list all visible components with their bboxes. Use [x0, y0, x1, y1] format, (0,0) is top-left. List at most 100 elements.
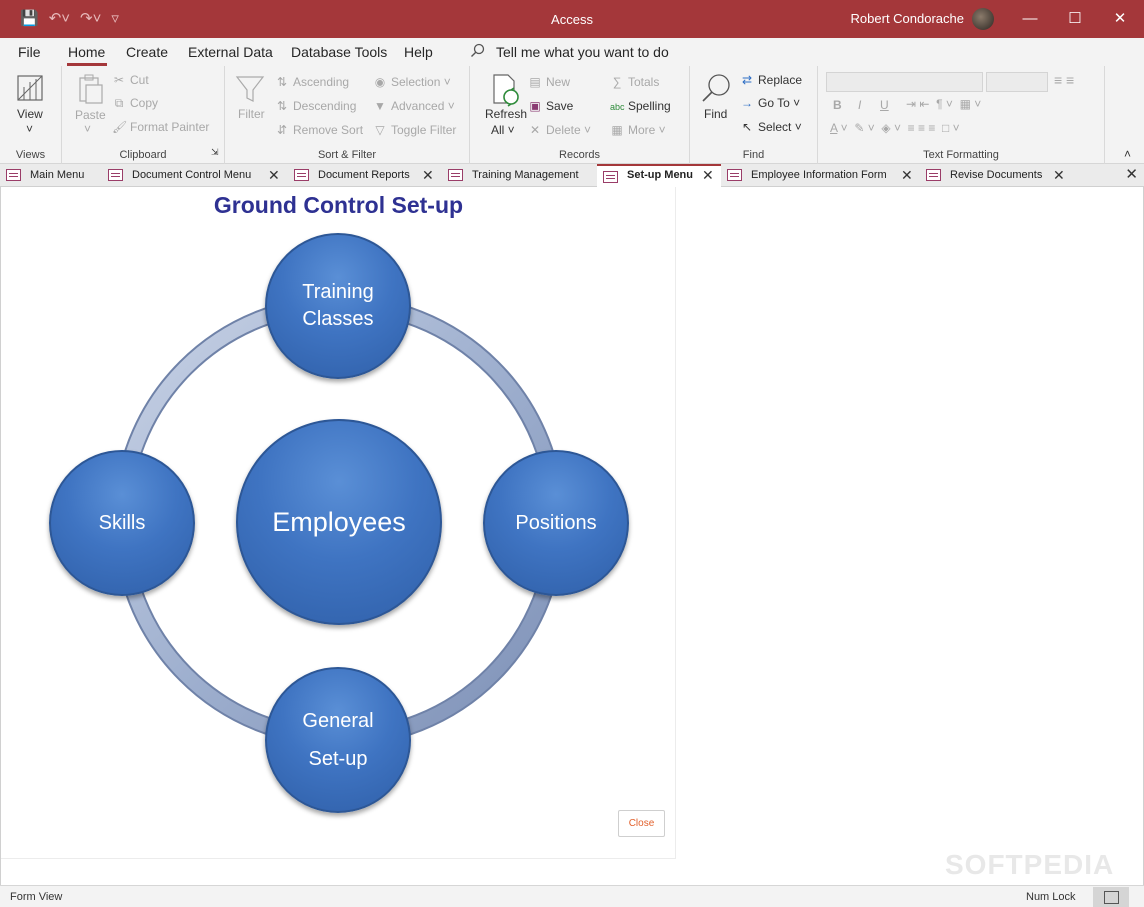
- tab-label: Main Menu: [30, 169, 85, 181]
- more-button[interactable]: ▦ More ˅: [610, 123, 665, 137]
- tab-set-up-menu[interactable]: Set-up Menu ✕: [597, 164, 721, 187]
- spelling-button[interactable]: abc Spelling: [610, 99, 671, 113]
- refresh-all-button[interactable]: All ˅: [491, 123, 515, 137]
- close-tab-icon[interactable]: ✕: [1053, 164, 1065, 186]
- font-size-select[interactable]: [986, 72, 1048, 92]
- form-view-icon[interactable]: [1093, 887, 1129, 907]
- tab-employee-information-form[interactable]: Employee Information Form ✕: [721, 164, 920, 187]
- employees-button[interactable]: Employees: [236, 419, 442, 625]
- italic-icon[interactable]: I: [858, 98, 861, 112]
- avatar[interactable]: [972, 8, 994, 30]
- search-icon[interactable]: [470, 43, 486, 59]
- go-to-button[interactable]: → Go To ˅: [740, 96, 800, 110]
- spelling-icon: abc: [610, 102, 625, 112]
- filter-button[interactable]: Filter: [238, 107, 265, 121]
- tab-label: Document Reports: [318, 169, 410, 181]
- close-tab-icon[interactable]: ✕: [268, 164, 280, 186]
- paste-dropdown-icon[interactable]: ˅: [84, 122, 91, 136]
- cut-button[interactable]: ✂ Cut: [112, 73, 149, 87]
- menu-help[interactable]: Help: [404, 44, 433, 60]
- font-color-icon[interactable]: A ˅ ✎ ˅ ◈ ˅ ≡ ≡ ≡ □ ˅: [830, 121, 960, 135]
- clipboard-launcher-icon[interactable]: ⇲: [211, 147, 219, 158]
- advanced-button[interactable]: ▼ Advanced ˅: [373, 99, 455, 113]
- training-classes-button[interactable]: Training Classes: [265, 233, 411, 379]
- underline-icon[interactable]: U: [880, 98, 889, 112]
- sort-filter-group: Filter ⇅ Ascending ⇅ Descending ⇵ Remove So…: [225, 66, 470, 164]
- form-icon: [108, 169, 123, 181]
- watermark-logo: SOFTPEDIA: [945, 849, 1115, 880]
- tab-training-management[interactable]: Training Management: [442, 164, 597, 187]
- descending-button[interactable]: ⇅ Descending: [275, 99, 356, 113]
- bullets-icon[interactable]: ≡ ≡: [1054, 72, 1074, 88]
- advanced-filter-icon: ▼: [374, 99, 386, 113]
- view-mode-status: Form View: [10, 891, 63, 903]
- menu-file[interactable]: File: [18, 44, 41, 60]
- tab-document-reports[interactable]: Document Reports ✕: [288, 164, 442, 187]
- close-document-icon[interactable]: ✕: [1125, 165, 1138, 183]
- replace-button[interactable]: ⇄ Replace: [740, 73, 802, 87]
- filter-icon: [235, 76, 265, 102]
- text-formatting-group: ≡ ≡ B I U ⇥ ⇤ ¶ ˅ ▦ ˅ A ˅ ✎ ˅ ◈ ˅ ≡ ≡ ≡ …: [818, 66, 1105, 164]
- close-window-button[interactable]: ✕: [1107, 6, 1133, 32]
- view-dropdown-icon[interactable]: ˅: [26, 122, 33, 136]
- positions-label: Positions: [515, 511, 597, 534]
- toggle-filter-button[interactable]: ▽ Toggle Filter: [373, 123, 456, 137]
- tab-main-menu[interactable]: Main Menu: [0, 164, 102, 187]
- menu-home[interactable]: Home: [68, 44, 105, 60]
- bold-icon[interactable]: B: [833, 98, 842, 112]
- format-painter-button[interactable]: 🖌 Format Painter: [112, 120, 209, 134]
- form-icon: [294, 169, 309, 181]
- tab-label: Revise Documents: [950, 169, 1043, 181]
- cut-label: Cut: [130, 73, 149, 87]
- copy-label: Copy: [130, 96, 159, 110]
- totals-label: Totals: [628, 75, 660, 89]
- paste-button[interactable]: Paste: [75, 108, 106, 122]
- menu-external-data[interactable]: External Data: [188, 44, 273, 60]
- setup-form: Ground Control Set-up Employees Training…: [1, 187, 676, 859]
- remove-sort-button[interactable]: ⇵ Remove Sort: [275, 123, 363, 137]
- cut-icon: ✂: [113, 73, 125, 87]
- remove-sort-label: Remove Sort: [293, 123, 364, 137]
- new-record-button[interactable]: ▤ New: [528, 75, 570, 89]
- save-record-button[interactable]: ▣ Save: [528, 99, 573, 113]
- ascending-button[interactable]: ⇅ Ascending: [275, 75, 349, 89]
- maximize-button[interactable]: ☐: [1062, 6, 1088, 32]
- skills-button[interactable]: Skills: [49, 450, 195, 596]
- menu-create[interactable]: Create: [126, 44, 168, 60]
- tab-label: Training Management: [472, 169, 579, 181]
- document-area: Ground Control Set-up Employees Training…: [0, 187, 1144, 885]
- general-setup-button[interactable]: General Set-up: [265, 667, 411, 813]
- close-button[interactable]: Close: [618, 810, 665, 837]
- view-button[interactable]: View: [17, 107, 43, 121]
- sort-ascending-icon: ⇅: [276, 75, 288, 89]
- positions-button[interactable]: Positions: [483, 450, 629, 596]
- font-name-select[interactable]: [826, 72, 983, 92]
- find-button[interactable]: Find: [704, 107, 727, 121]
- refresh-button[interactable]: Refresh: [485, 107, 527, 121]
- tab-revise-documents[interactable]: Revise Documents ✕: [920, 164, 1072, 187]
- training-classes-label-line1: Training: [302, 281, 374, 303]
- tab-document-control-menu[interactable]: Document Control Menu ✕: [102, 164, 288, 187]
- close-tab-icon[interactable]: ✕: [901, 164, 913, 186]
- sort-descending-icon: ⇅: [276, 99, 288, 113]
- close-tab-icon[interactable]: ✕: [702, 166, 714, 185]
- copy-button[interactable]: ⧉ Copy: [112, 96, 158, 111]
- form-icon: [603, 171, 618, 183]
- collapse-ribbon-icon[interactable]: ˄: [1124, 147, 1131, 161]
- clipboard-group-label: Clipboard: [119, 149, 167, 161]
- num-lock-status: Num Lock: [1026, 891, 1076, 903]
- menu-database-tools[interactable]: Database Tools: [291, 44, 387, 60]
- search-input[interactable]: Tell me what you want to do: [496, 44, 669, 60]
- records-group: Refresh All ˅ ▤ New ▣ Save ✕ Delete ˅ ∑ Tota…: [470, 66, 690, 164]
- go-to-icon: →: [741, 96, 753, 110]
- user-name[interactable]: Robert Condorache: [851, 11, 964, 26]
- selection-button[interactable]: ◉ Selection ˅: [373, 75, 451, 89]
- delete-record-button[interactable]: ✕ Delete ˅: [528, 123, 591, 137]
- totals-button[interactable]: ∑ Totals: [610, 75, 660, 89]
- minimize-button[interactable]: —: [1017, 6, 1043, 32]
- sort-filter-group-label: Sort & Filter: [317, 149, 377, 161]
- views-group: View ˅ Views: [0, 66, 62, 164]
- select-button[interactable]: ↖ Select ˅: [740, 120, 802, 134]
- indent-icons[interactable]: ⇥ ⇤ ¶ ˅ ▦ ˅: [906, 97, 981, 111]
- close-tab-icon[interactable]: ✕: [422, 164, 434, 186]
